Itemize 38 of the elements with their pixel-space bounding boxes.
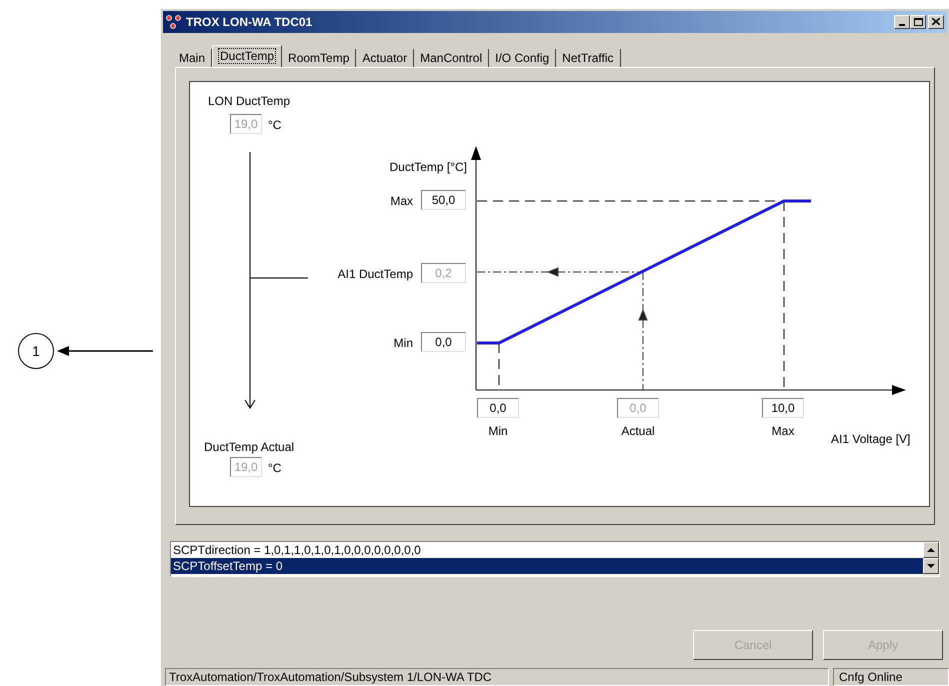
tab[interactable]: DuctTemp	[212, 44, 282, 67]
close-icon	[932, 18, 940, 26]
axis-label: DuctTemp [°C]	[390, 158, 467, 176]
property-list[interactable]: SCPTdirection = 1,0,1,1,0,1,0,1,0,0,0,0,0,0,0,0 SCPToffsetTemp = 0	[170, 541, 940, 577]
tab[interactable]: RoomTemp	[282, 48, 356, 67]
maximize-button[interactable]	[910, 14, 926, 29]
window-title: TROX LON-WA TDC01	[186, 14, 312, 31]
field-label: Max	[772, 422, 794, 440]
unit-label: °C	[268, 116, 282, 134]
scroll-down-button[interactable]	[923, 558, 939, 574]
field-label: Min	[394, 334, 413, 352]
value-field[interactable]: 10,0	[762, 398, 804, 418]
tab[interactable]: Actuator	[356, 48, 414, 67]
tab[interactable]: ManControl	[414, 48, 490, 67]
status-path: TroxAutomation/TroxAutomation/Subsystem 1/LON-WA TDC	[165, 668, 829, 686]
list-item[interactable]: SCPToffsetTemp = 0	[171, 558, 923, 574]
tab[interactable]: NetTraffic	[556, 48, 621, 67]
field-label: Actual	[621, 422, 655, 440]
field-label: AI1 DuctTemp	[338, 266, 413, 283]
close-button[interactable]	[928, 14, 944, 29]
network-icon	[166, 14, 182, 29]
unit-label: °C	[268, 460, 282, 477]
minimize-button[interactable]	[894, 14, 910, 29]
tab[interactable]: I/O Config	[489, 48, 556, 67]
field-label: DuctTemp Actual	[204, 438, 294, 456]
scrollbar[interactable]	[923, 542, 939, 576]
list-item[interactable]: SCPTdirection = 1,0,1,1,0,1,0,1,0,0,0,0,0,0,0,0	[171, 542, 923, 558]
value-field[interactable]: 50,0	[421, 190, 466, 210]
field-label: Max	[390, 192, 413, 210]
branch-line	[250, 277, 308, 278]
status-state: Cnfg Online	[833, 668, 949, 686]
axis-label: AI1 Voltage [V]	[831, 430, 910, 448]
field-label: Min	[488, 422, 508, 440]
callout-marker: 1	[18, 333, 54, 369]
scroll-up-button[interactable]	[923, 542, 939, 558]
value-field[interactable]: 0,0	[421, 332, 466, 352]
value-field[interactable]: 0,0	[477, 398, 519, 418]
field-label: LON DuctTemp	[208, 92, 290, 110]
